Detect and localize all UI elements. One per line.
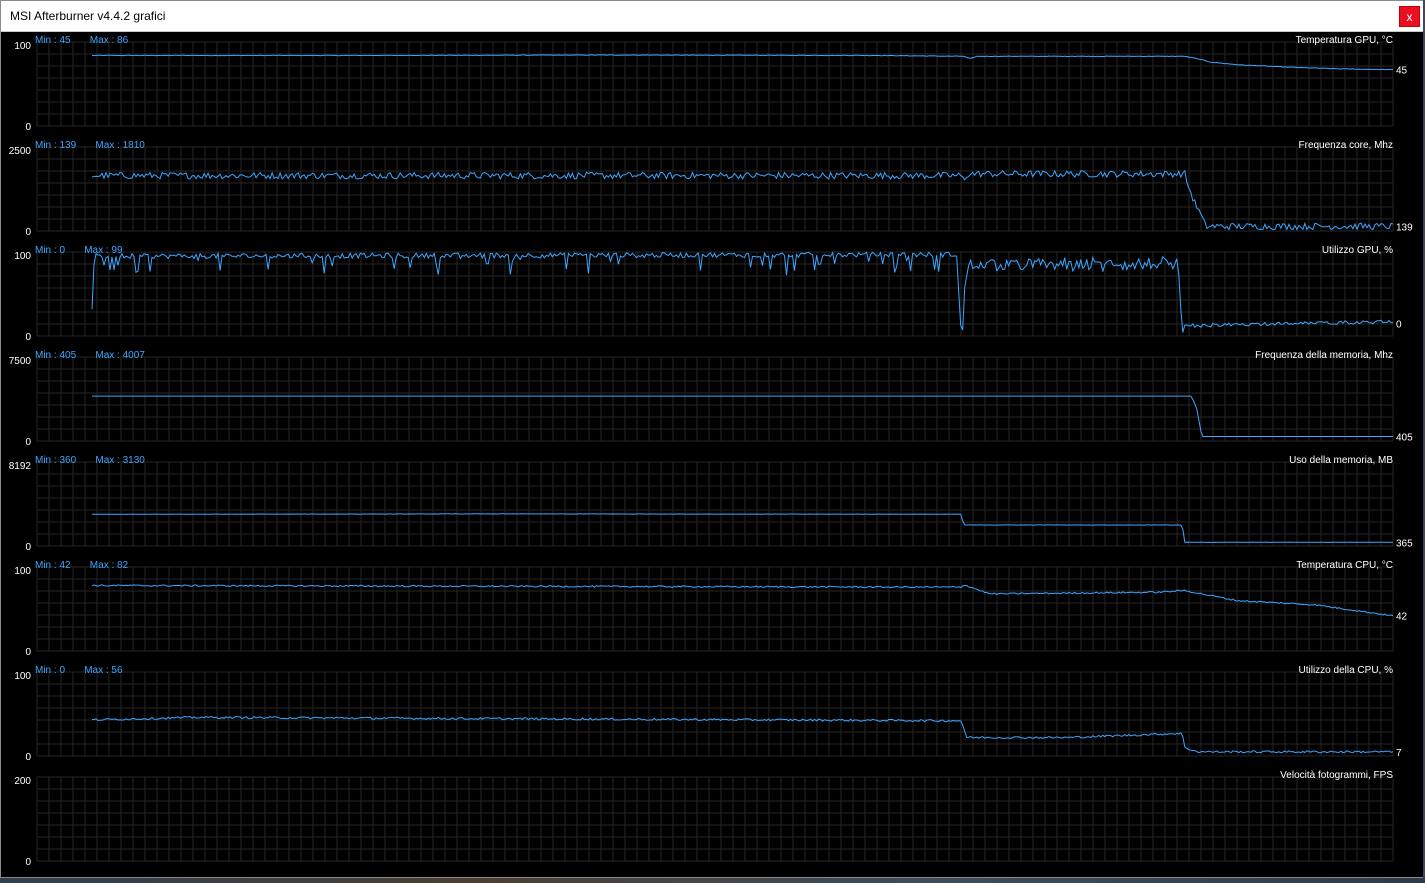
graph-title: Frequenza core, Mhz [1299,140,1394,151]
graph-title: Temperatura GPU, °C [1296,35,1393,46]
current-value-label: 405 [1396,432,1413,443]
graph-title: Uso della memoria, MB [1289,455,1393,466]
scale-min-label: 0 [25,437,31,448]
graph-line [91,584,1394,617]
scale-max-label: 7500 [9,356,32,367]
graph-5: Min : 42 Max : 82 Temperatura CPU, °C 100 0 4… [14,560,1407,658]
min-label: Min : 0 [35,245,65,256]
max-label: Max : 99 [84,245,123,256]
current-value-label: 139 [1396,222,1413,233]
graph-6: Min : 0 Max : 56 Utilizzo della CPU, % 100 0… [14,665,1402,763]
scale-min-label: 0 [25,647,31,658]
graph-2: Min : 0 Max : 99 Utilizzo GPU, % 100 0 0 [14,245,1402,343]
graph-line [92,395,1393,437]
min-label: Min : 139 [35,140,77,151]
scale-min-label: 0 [25,122,31,133]
graph-0: Min : 45 Max : 86 Temperatura GPU, °C 100 0 4… [14,35,1407,133]
scale-max-label: 100 [14,251,31,262]
monitoring-graphs: Min : 45 Max : 86 Temperatura GPU, °C 100 0 4… [9,35,1413,868]
max-label: Max : 4007 [95,350,145,361]
min-label: Min : 405 [35,350,77,361]
current-value-label: 365 [1396,538,1413,549]
scale-max-label: 2500 [9,146,32,157]
graph-1: Min : 139 Max : 1810 Frequenza core, Mhz 25… [9,140,1413,238]
scale-max-label: 100 [14,671,31,682]
scale-min-label: 0 [25,227,31,238]
max-label: Max : 3130 [95,455,145,466]
scale-max-label: 100 [14,41,31,52]
min-label: Min : 42 [35,560,71,571]
graph-title: Velocità fotogrammi, FPS [1280,770,1393,781]
graph-4: Min : 360 Max : 3130 Uso della memoria, MB… [9,455,1413,553]
desktop-strip [0,878,1425,883]
scale-max-label: 200 [14,776,31,787]
scale-min-label: 0 [25,542,31,553]
current-value-label: 7 [1396,748,1402,759]
graph-title: Temperatura CPU, °C [1296,560,1393,571]
current-value-label: 0 [1396,319,1402,330]
max-label: Max : 1810 [95,140,145,151]
scale-max-label: 100 [14,566,31,577]
max-label: Max : 86 [90,35,129,46]
graph-title: Utilizzo della CPU, % [1299,665,1394,676]
graph-title: Frequenza della memoria, Mhz [1255,350,1393,361]
graph-title: Utilizzo GPU, % [1322,245,1393,256]
graph-line [91,54,1393,71]
afterburner-window: MSI Afterburner v4.4.2 grafici x Min : 4… [0,0,1425,878]
graph-7: Velocità fotogrammi, FPS 200 0 [14,770,1394,868]
scale-max-label: 8192 [9,461,32,472]
max-label: Max : 82 [90,560,129,571]
min-label: Min : 0 [35,665,65,676]
min-label: Min : 360 [35,455,77,466]
current-value-label: 45 [1396,66,1408,77]
current-value-label: 42 [1396,612,1408,623]
graph-line [91,169,1394,231]
graph-3: Min : 405 Max : 4007 Frequenza della memor… [9,350,1413,448]
window-title: MSI Afterburner v4.4.2 grafici [10,9,166,23]
close-button[interactable]: x [1399,6,1420,27]
graph-line [91,715,1394,754]
min-label: Min : 45 [35,35,71,46]
scale-min-label: 0 [25,332,31,343]
scale-min-label: 0 [25,857,31,868]
graphs-area[interactable]: Min : 45 Max : 86 Temperatura GPU, °C 100 0 4… [1,32,1424,878]
scale-min-label: 0 [25,752,31,763]
title-bar[interactable]: MSI Afterburner v4.4.2 grafici x [1,1,1424,32]
max-label: Max : 56 [84,665,123,676]
graph-line [91,513,1394,543]
